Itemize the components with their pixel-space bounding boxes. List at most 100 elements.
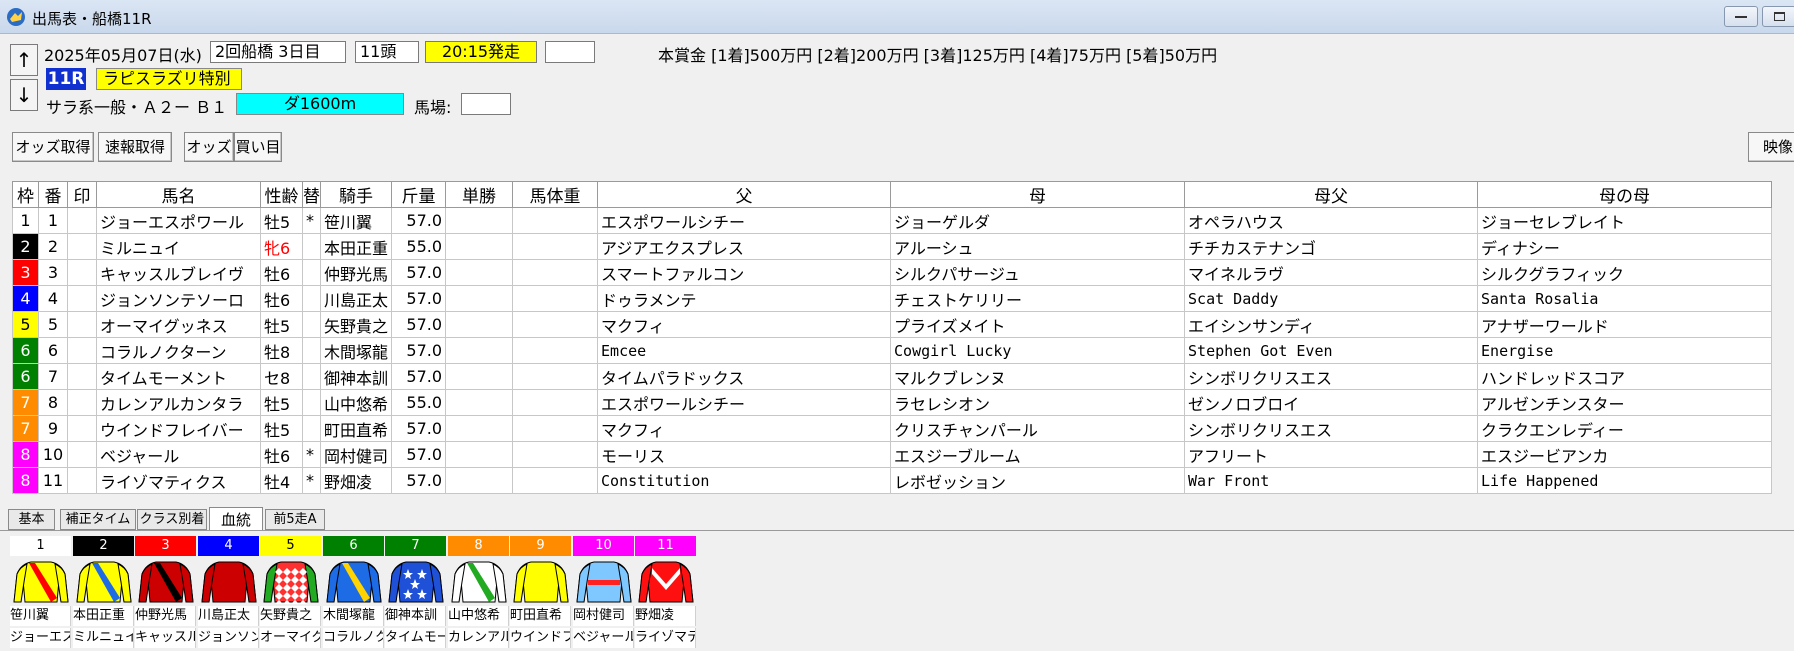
col-sire-header[interactable]: 父 — [597, 181, 892, 208]
silk-jersey-icon — [451, 561, 507, 603]
silk-card[interactable]: 2 本田正重 ミルニュイ — [73, 536, 135, 648]
silk-horse: ウインドフレイバー — [510, 628, 571, 648]
silk-jersey-icon — [388, 561, 444, 603]
col-jockey-header[interactable]: 騎手 — [319, 181, 393, 208]
silk-card[interactable]: 3 仲野光馬キャッスルブレイヴ — [135, 536, 197, 648]
table-row[interactable]: 7 8 カレンアルカンタラ 牡5 山中悠希 55.0 エスポワールシチー ラセレシオン ゼンノロ… — [12, 389, 1773, 416]
table-row[interactable]: 1 1 ジョーエスポワール 牡5 * 笹川翼 57.0 エスポワールシチー ジョーゲルダ オペラハ… — [12, 207, 1773, 234]
tab-basic[interactable]: 基本 — [8, 509, 55, 530]
carried-weight: 55.0 — [391, 389, 447, 416]
silk-card[interactable]: 4 川島正太ジョンソンテソーロ — [198, 536, 260, 648]
odds-button[interactable]: オッズ — [184, 132, 234, 162]
horse-number: 11 — [38, 467, 68, 494]
extra-input[interactable] — [545, 41, 595, 63]
table-row[interactable]: 8 10 ベジャール 牡6 * 岡村健司 57.0 モーリス エスジーブルーム アフリート エスジー… — [12, 441, 1773, 468]
bets-button[interactable]: 買い目 — [234, 132, 282, 162]
tab-pedigree[interactable]: 血統 — [209, 507, 263, 531]
next-race-button[interactable]: ↓ — [10, 79, 38, 111]
carried-weight: 57.0 — [391, 285, 447, 312]
silk-card[interactable]: 8 山中悠希カレンアルカンタラ — [448, 536, 510, 648]
silk-jersey-icon — [13, 561, 69, 603]
horse-mark[interactable] — [67, 441, 97, 468]
horse-mark[interactable] — [67, 233, 97, 260]
horse-mark[interactable] — [67, 285, 97, 312]
col-damsire-header[interactable]: 母父 — [1184, 181, 1479, 208]
dam-name: クリスチャンパール — [890, 415, 1186, 442]
win-odds — [445, 259, 514, 286]
col-weight-header[interactable]: 斤量 — [391, 181, 447, 208]
odds-fetch-button[interactable]: オッズ取得 — [12, 132, 94, 162]
prev-race-button[interactable]: ↑ — [10, 44, 38, 76]
table-row[interactable]: 5 5 オーマイグッネス 牡5 矢野貴之 57.0 マクフィ プライズメイト エイシンサンディア… — [12, 311, 1773, 338]
silk-card[interactable]: 10 岡村健司 ベジャール — [573, 536, 635, 648]
tab-corrected-time[interactable]: 補正タイム — [60, 509, 136, 530]
maximize-button[interactable] — [1762, 6, 1794, 27]
meeting-box: 2回船橋 3日目 — [210, 41, 346, 63]
horse-number: 4 — [38, 285, 68, 312]
race-date: 2025年05月07日(水) — [44, 46, 202, 65]
silk-card[interactable]: 1 笹川翼ジョーエスポワール — [10, 536, 72, 648]
horse-sex-age: 牡5 — [260, 311, 303, 338]
tab-last5-a[interactable]: 前5走A — [265, 509, 325, 530]
silk-horse: コラルノクターン — [323, 628, 384, 648]
col-dam-header[interactable]: 母 — [890, 181, 1186, 208]
video-button[interactable]: 映像 — [1748, 132, 1794, 162]
horse-mark[interactable] — [67, 311, 97, 338]
silk-jersey-icon — [638, 561, 694, 603]
horse-number: 7 — [38, 363, 68, 390]
silk-card[interactable]: 5 矢野貴之オーマイグッネス — [260, 536, 322, 648]
horse-mark[interactable] — [67, 389, 97, 416]
sire-name: Emcee — [597, 337, 892, 364]
table-row[interactable]: 3 3 キャッスルブレイヴ 牡6 仲野光馬 57.0 スマートファルコン シルクパサージュ マイ… — [12, 259, 1773, 286]
carried-weight: 57.0 — [391, 337, 447, 364]
flash-fetch-button[interactable]: 速報取得 — [98, 132, 172, 162]
race-class: サラ系一般・Ａ２ー Ｂ１ — [46, 98, 228, 117]
col-num-header[interactable]: 番 — [38, 181, 68, 208]
col-name-header[interactable]: 馬名 — [96, 181, 261, 208]
horse-mark[interactable] — [67, 337, 97, 364]
table-row[interactable]: 4 4 ジョンソンテソーロ 牡6 川島正太 57.0 ドゥラメンテ チェストケリリー Scat … — [12, 285, 1773, 312]
horse-mark[interactable] — [67, 415, 97, 442]
horse-mark[interactable] — [67, 259, 97, 286]
horse-mark[interactable] — [67, 207, 97, 234]
table-row[interactable]: 7 9 ウインドフレイバー 牡5 町田直希 57.0 マクフィ クリスチャンパール シンボリクリ… — [12, 415, 1773, 442]
minimize-button[interactable] — [1724, 6, 1758, 27]
col-mark-header[interactable]: 印 — [67, 181, 97, 208]
damdam-name: アルゼンチンスター — [1477, 389, 1773, 416]
col-damdam-header[interactable]: 母の母 — [1477, 181, 1773, 208]
baba-label: 馬場: — [414, 98, 452, 117]
col-waku-header[interactable]: 枠 — [12, 181, 39, 208]
damsire-name: シンボリクリスエス — [1184, 415, 1479, 442]
jockey-change-mark — [302, 337, 321, 364]
horse-sex-age: 牡6 — [260, 285, 303, 312]
horse-mark[interactable] — [67, 363, 97, 390]
sire-name: モーリス — [597, 441, 892, 468]
horse-mark[interactable] — [67, 467, 97, 494]
col-win-odds-header[interactable]: 単勝 — [445, 181, 514, 208]
table-row[interactable]: 6 6 コラルノクターン 牡8 木間塚龍 57.0 Emcee Cowgirl Lucky St… — [12, 337, 1773, 364]
table-row[interactable]: 8 11 ライゾマティクス 牡4 * 野畑凌 57.0 Constitution レボゼッション… — [12, 467, 1773, 494]
silk-jockey: 本田正重 — [73, 606, 134, 626]
horse-name: ウインドフレイバー — [96, 415, 261, 442]
silk-number: 8 — [448, 536, 509, 556]
jockey-name: 野畑凌 — [319, 467, 393, 494]
baba-input[interactable] — [461, 93, 511, 115]
silk-card[interactable]: 9 町田直希ウインドフレイバー — [510, 536, 572, 648]
silk-horse: オーマイグッネス — [260, 628, 321, 648]
horse-number: 5 — [38, 311, 68, 338]
silk-card[interactable]: 11 野畑凌ライゾマティクス — [635, 536, 697, 648]
silk-card[interactable]: 6 木間塚龍コラルノクターン — [323, 536, 385, 648]
minimize-icon — [1735, 16, 1747, 18]
tab-class-finish[interactable]: クラス別着 — [137, 509, 207, 530]
col-sexage-header[interactable]: 性齢 — [260, 181, 303, 208]
table-row[interactable]: 2 2 ミルニュイ 牝6 本田正重 55.0 アジアエクスプレス アルーシュ チチカステナンゴデ… — [12, 233, 1773, 260]
silk-number: 2 — [73, 536, 134, 556]
carried-weight: 57.0 — [391, 415, 447, 442]
table-row[interactable]: 6 7 タイムモーメント セ8 御神本訓 57.0 タイムパラドックス マルクブレンヌ シンボリ… — [12, 363, 1773, 390]
col-body-weight-header[interactable]: 馬体重 — [512, 181, 599, 208]
jockey-change-mark — [302, 311, 321, 338]
prize-info: 本賞金 [1着]500万円 [2着]200万円 [3着]125万円 [4着]75… — [658, 46, 1218, 65]
col-kae-header[interactable]: 替 — [302, 181, 321, 208]
window-title: 出馬表・船橋11R — [32, 10, 152, 28]
silk-card[interactable]: 7 御神本訓タイムモーメント — [385, 536, 447, 648]
